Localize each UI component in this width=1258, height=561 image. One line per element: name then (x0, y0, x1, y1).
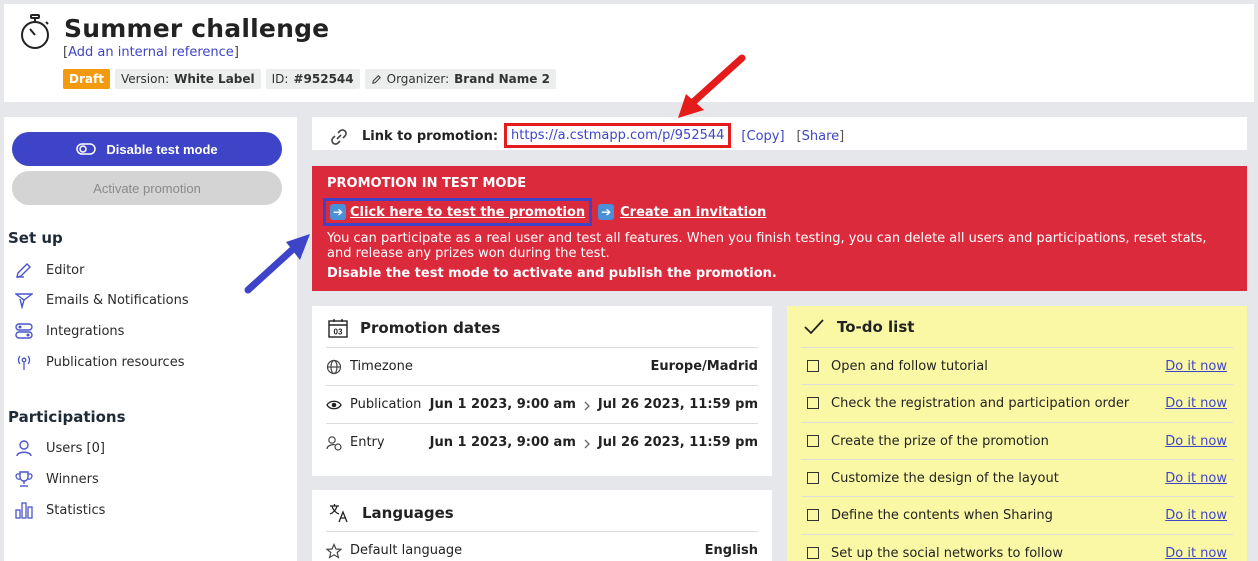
broadcast-icon (14, 352, 34, 372)
trophy-icon (14, 469, 34, 489)
test-mode-alert: PROMOTION IN TEST MODE ➔ Click here to t… (312, 166, 1247, 291)
eye-icon (326, 400, 342, 409)
stopwatch-icon (21, 14, 49, 49)
test-link-highlight-box: ➔ Click here to test the promotion (323, 198, 593, 226)
disable-test-mode-button[interactable]: Disable test mode (12, 132, 282, 166)
pencil-icon (371, 74, 381, 84)
pencil-icon (14, 260, 34, 280)
create-invitation-link[interactable]: Create an invitation (620, 205, 766, 220)
todo-title: To-do list (837, 318, 915, 336)
checkbox[interactable] (807, 509, 819, 521)
star-icon (326, 542, 342, 559)
test-mode-title: PROMOTION IN TEST MODE (327, 176, 527, 191)
languages-title: Languages (362, 504, 454, 522)
do-it-now-link[interactable]: Do it now (1165, 434, 1227, 449)
copy-link[interactable]: [Copy] (741, 129, 784, 144)
checkbox[interactable] (807, 435, 819, 447)
promotion-link-bar: Link to promotion: https://a.cstmapp.com… (312, 117, 1247, 150)
do-it-now-link[interactable]: Do it now (1165, 546, 1227, 561)
sidebar-item-publication-resources[interactable]: Publication resources (14, 352, 184, 372)
translate-icon (329, 504, 348, 523)
sidebar-item-emails[interactable]: Emails & Notifications (14, 290, 189, 310)
do-it-now-link[interactable]: Do it now (1165, 471, 1227, 486)
todo-item: Define the contents when Sharing Do it no… (801, 496, 1233, 533)
do-it-now-link[interactable]: Do it now (1165, 508, 1227, 523)
promotion-url-link[interactable]: https://a.cstmapp.com/p/952544 (511, 128, 724, 143)
do-it-now-link[interactable]: Do it now (1165, 396, 1227, 411)
test-mode-description: You can participate as a real user and t… (327, 231, 1207, 261)
todo-item: Customize the design of the layout Do it … (801, 459, 1233, 496)
arrow-right-icon: ➔ (330, 204, 346, 220)
id-badge: ID: #952544 (265, 69, 360, 89)
checkmark-icon (804, 319, 824, 335)
test-promotion-link[interactable]: Click here to test the promotion (350, 205, 585, 220)
send-icon (14, 290, 34, 310)
do-it-now-link[interactable]: Do it now (1165, 359, 1227, 374)
participations-section-title: Participations (8, 408, 126, 426)
sidebar-item-winners[interactable]: Winners (14, 469, 99, 489)
todo-item: Check the registration and participation… (801, 384, 1233, 421)
share-link[interactable]: Share (802, 129, 840, 144)
todo-item: Set up the social networks to follow Do i… (801, 534, 1233, 561)
todo-list-card: To-do list Open and follow tutorial Do it… (787, 306, 1247, 561)
globe-icon (326, 359, 342, 374)
user-icon (14, 438, 34, 458)
chevron-right-icon (584, 401, 590, 410)
draft-badge: Draft (63, 69, 110, 89)
status-badges: Draft Version: White Label ID: #952544 Org… (63, 69, 556, 89)
promotion-dates-title: Promotion dates (360, 319, 501, 337)
page-title: Summer challenge (64, 14, 330, 43)
user-clock-icon (326, 435, 342, 451)
organizer-badge[interactable]: Organizer: Brand Name 2 (364, 69, 556, 89)
add-internal-reference-link[interactable]: Add an internal reference (68, 45, 234, 60)
promotion-dates-card: 03 Promotion dates Timezone Europe/Madri… (312, 306, 772, 476)
url-highlight-box: https://a.cstmapp.com/p/952544 (504, 123, 732, 148)
publication-row: Publication Jun 1 2023, 9:00 am Jul 26 20… (326, 385, 758, 423)
link-icon (331, 128, 347, 145)
share-wrapper: [Share] (796, 129, 845, 144)
setup-section-title: Set up (8, 229, 63, 247)
entry-row: Entry Jun 1 2023, 9:00 am Jul 26 2023, 11… (326, 423, 758, 461)
internal-reference: [Add an internal reference] (63, 45, 239, 60)
sidebar: Disable test mode Activate promotion Set… (4, 117, 297, 561)
sidebar-item-editor[interactable]: Editor (14, 260, 84, 280)
bar-chart-icon (14, 500, 34, 520)
toggle-icon (76, 143, 97, 155)
todo-item: Create the prize of the promotion Do it n… (801, 422, 1233, 459)
checkbox[interactable] (807, 360, 819, 372)
default-language-row: Default language English (326, 531, 758, 561)
todo-item: Open and follow tutorial Do it now (801, 347, 1233, 384)
checkbox[interactable] (807, 472, 819, 484)
activate-promotion-button[interactable]: Activate promotion (12, 171, 282, 205)
calendar-icon: 03 (328, 319, 348, 338)
test-mode-warning: Disable the test mode to activate and pu… (327, 266, 777, 281)
languages-card: Languages Default language English (312, 490, 772, 561)
switches-icon (14, 321, 34, 341)
sidebar-item-users[interactable]: Users [0] (14, 438, 105, 458)
arrow-right-icon: ➔ (598, 204, 615, 220)
promotion-header: Summer challenge [Add an internal refere… (4, 4, 1254, 102)
svg-text:03: 03 (334, 328, 343, 337)
checkbox[interactable] (807, 547, 819, 559)
version-badge: Version: White Label (114, 69, 261, 89)
sidebar-item-statistics[interactable]: Statistics (14, 500, 105, 520)
link-label: Link to promotion: (362, 129, 499, 144)
checkbox[interactable] (807, 397, 819, 409)
chevron-right-icon (584, 439, 590, 448)
sidebar-item-integrations[interactable]: Integrations (14, 321, 124, 341)
timezone-row: Timezone Europe/Madrid (326, 347, 758, 385)
